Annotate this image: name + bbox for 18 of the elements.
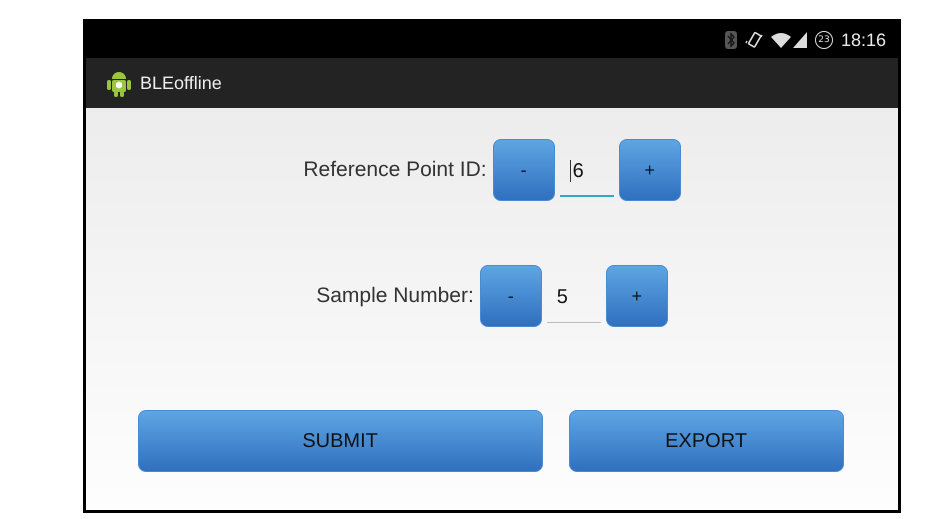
app-title: BLEoffline xyxy=(140,72,222,94)
increment-button[interactable]: + xyxy=(606,265,668,327)
submit-button[interactable]: SUBMIT xyxy=(138,410,543,472)
number-field[interactable]: 5 xyxy=(546,273,601,323)
export-button[interactable]: EXPORT xyxy=(568,410,844,472)
decrement-button[interactable]: - xyxy=(480,265,542,327)
vibrate-icon xyxy=(744,31,763,49)
wifi-icon xyxy=(770,32,791,48)
notification-badge: 23 xyxy=(814,31,833,49)
android-icon xyxy=(106,69,132,97)
field-label: Sample Number: xyxy=(316,284,474,308)
field-label: Reference Point ID: xyxy=(303,158,487,182)
status-time: 18:16 xyxy=(840,30,886,50)
signal-icon xyxy=(792,32,807,48)
increment-button[interactable]: + xyxy=(618,139,681,201)
decrement-button[interactable]: - xyxy=(492,139,555,201)
bluetooth-icon xyxy=(724,31,737,49)
number-field[interactable]: 6 xyxy=(560,147,614,197)
